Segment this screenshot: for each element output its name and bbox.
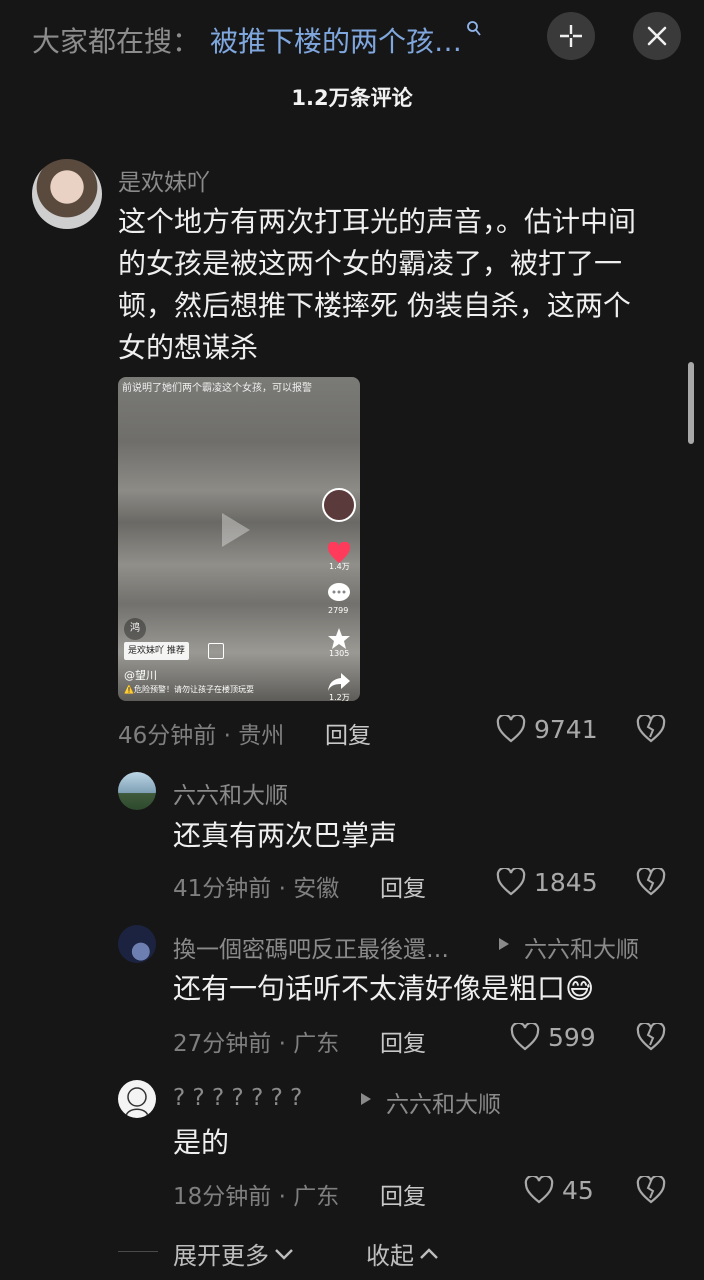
heart-outline-icon bbox=[496, 868, 526, 896]
video-favorite-count: 1305 bbox=[329, 649, 350, 658]
reply-username[interactable]: ? ? ? ? ? ? ? bbox=[173, 1085, 302, 1111]
reply-button[interactable]: 回复 bbox=[325, 716, 371, 750]
like-count: 1845 bbox=[534, 868, 598, 897]
expand-more-label: 展开更多 bbox=[173, 1242, 269, 1270]
reply-text: 还真有两次巴掌声 bbox=[173, 819, 398, 852]
like-count: 9741 bbox=[534, 715, 598, 744]
dislike-button[interactable] bbox=[636, 1023, 666, 1051]
creator-avatar[interactable] bbox=[322, 488, 356, 522]
reply-time-location: 27分钟前 · 广东 bbox=[173, 1031, 340, 1057]
video-like-count: 1.4万 bbox=[329, 562, 350, 571]
reply-button[interactable]: 回复 bbox=[380, 1177, 426, 1211]
reply-arrow-icon bbox=[498, 936, 510, 955]
like-count: 599 bbox=[548, 1023, 596, 1052]
divider bbox=[118, 1251, 158, 1252]
play-icon[interactable] bbox=[208, 505, 258, 559]
comment-text: 这个地方有两次打耳光的声音，。估计中间的女孩是被这两个女的霸凌了，被打了一顿，然… bbox=[118, 205, 637, 364]
reply-time-location: 18分钟前 · 广东 bbox=[173, 1184, 340, 1210]
dislike-button[interactable] bbox=[636, 1176, 666, 1204]
search-suggestion-link[interactable]: 被推下楼的两个孩… bbox=[210, 20, 462, 60]
heart-outline-icon bbox=[524, 1176, 554, 1204]
broken-heart-icon bbox=[636, 715, 666, 743]
video-caption: 前说明了她们两个霸凌这个女孩，可以报警 bbox=[122, 383, 312, 394]
edit-icon[interactable] bbox=[208, 643, 224, 659]
scrollbar[interactable] bbox=[688, 362, 694, 444]
video-tag: 鸿 bbox=[124, 618, 146, 640]
reply-avatar[interactable] bbox=[118, 772, 156, 810]
close-icon bbox=[647, 26, 667, 46]
reply-avatar[interactable] bbox=[118, 925, 156, 963]
reply-username[interactable]: 換一個密碼吧反正最後還… bbox=[173, 930, 449, 964]
video-comment-count: 2799 bbox=[328, 606, 349, 615]
search-prefix: 大家都在搜： bbox=[32, 25, 201, 58]
chevron-up-icon bbox=[420, 1247, 438, 1259]
broken-heart-icon bbox=[636, 1176, 666, 1204]
reply-text: 还有一句话听不太清好像是粗口😅 bbox=[173, 972, 595, 1005]
reply-button[interactable]: 回复 bbox=[380, 1024, 426, 1058]
expand-more-button[interactable]: 展开更多 bbox=[173, 1236, 295, 1271]
reply-to-username[interactable]: 六六和大顺 bbox=[524, 930, 639, 964]
reply-button[interactable]: 回复 bbox=[380, 869, 426, 903]
chevron-down-icon bbox=[275, 1248, 293, 1260]
reply-to-username[interactable]: 六六和大顺 bbox=[386, 1085, 501, 1119]
video-thumbnail[interactable]: 前说明了她们两个霸凌这个女孩，可以报警 1.4万 2799 1305 1.2万 … bbox=[118, 377, 360, 701]
dislike-button[interactable] bbox=[636, 868, 666, 896]
comment-username[interactable]: 是欢妹吖 bbox=[118, 163, 210, 197]
heart-outline-icon bbox=[510, 1023, 540, 1051]
like-button[interactable] bbox=[524, 1176, 554, 1204]
heart-outline-icon bbox=[496, 715, 526, 743]
recommend-label: 是欢妹吖 推荐 bbox=[124, 642, 189, 660]
reply-username[interactable]: 六六和大顺 bbox=[173, 776, 288, 810]
reply-avatar[interactable] bbox=[118, 1080, 156, 1118]
like-count: 45 bbox=[562, 1176, 594, 1205]
comment-count: 1.2万条评论 bbox=[291, 86, 413, 110]
like-button[interactable] bbox=[510, 1023, 540, 1051]
like-button[interactable] bbox=[496, 868, 526, 896]
reply-text: 是的 bbox=[173, 1126, 230, 1159]
broken-heart-icon bbox=[636, 1023, 666, 1051]
dislike-button[interactable] bbox=[636, 715, 666, 743]
video-warning: ⚠️危险预警！请勿让孩子在楼顶玩耍 bbox=[124, 685, 254, 694]
expand-button[interactable] bbox=[547, 12, 595, 60]
reply-time-location: 41分钟前 · 安徽 bbox=[173, 876, 340, 902]
video-author: @望川 bbox=[124, 669, 157, 682]
close-button[interactable] bbox=[633, 12, 681, 60]
collapse-button[interactable]: 收起 bbox=[366, 1236, 440, 1271]
avatar[interactable] bbox=[32, 159, 102, 229]
collapse-label: 收起 bbox=[366, 1242, 414, 1270]
reply-arrow-icon bbox=[360, 1091, 372, 1110]
search-icon[interactable] bbox=[466, 20, 482, 43]
video-share-count: 1.2万 bbox=[329, 693, 350, 701]
broken-heart-icon bbox=[636, 868, 666, 896]
comment-bubble-icon[interactable] bbox=[327, 582, 351, 608]
like-button[interactable] bbox=[496, 715, 526, 743]
comment-time-location: 46分钟前 · 贵州 bbox=[118, 723, 285, 749]
minimize-icon bbox=[560, 25, 582, 47]
